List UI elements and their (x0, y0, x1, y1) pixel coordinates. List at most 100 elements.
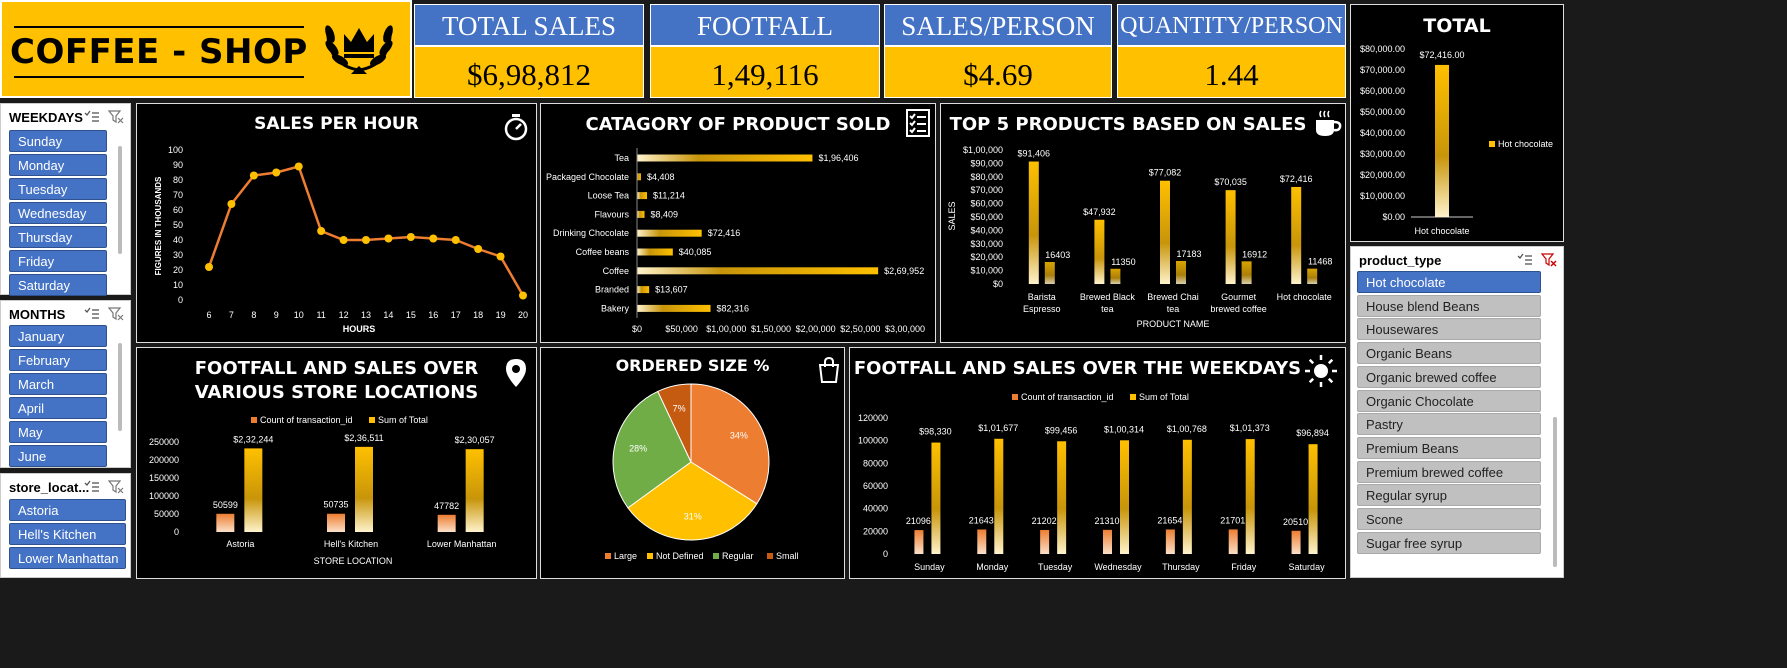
slice-label: 34% (730, 431, 748, 441)
category-label: Packaged Chocolate (546, 172, 629, 182)
clear-filter-icon[interactable] (108, 307, 124, 321)
product-type-option[interactable]: Organic brewed coffee (1357, 365, 1541, 388)
weekday-option[interactable]: Friday (9, 250, 107, 272)
product-type-scrollbar[interactable] (1553, 417, 1557, 567)
y-tick-label: $10,000.00 (1360, 191, 1405, 201)
weekdays-slicer: WEEKDAYS Sunday Monday Tuesday Wednesday… (0, 103, 131, 296)
count-bar (1040, 529, 1050, 554)
count-bar (914, 530, 924, 554)
count-bar (1307, 268, 1318, 284)
clear-filter-icon[interactable] (1541, 253, 1557, 267)
month-option[interactable]: February (9, 349, 107, 371)
multi-select-icon[interactable] (84, 110, 100, 124)
data-point (362, 236, 370, 244)
bar-data-label: $1,96,406 (818, 153, 858, 163)
x-tick-label: 13 (361, 310, 371, 320)
y-tick-label: 200000 (149, 455, 179, 465)
legend-label: Regular (722, 551, 754, 561)
product-type-option[interactable]: Scone (1357, 508, 1541, 530)
bar-data-label: $1,00,314 (1104, 424, 1144, 434)
bar-data-label: 47782 (434, 501, 459, 511)
multi-select-icon[interactable] (84, 307, 100, 321)
category-label: Bakery (601, 303, 630, 313)
y-tick-label: $30,000.00 (1360, 149, 1405, 159)
category-label: Brewed Black (1080, 292, 1136, 302)
sales-bar (1120, 440, 1129, 554)
month-option[interactable]: April (9, 397, 107, 419)
product-type-option[interactable]: Pastry (1357, 413, 1541, 436)
top5-title: TOP 5 PRODUCTS BASED ON SALES (949, 114, 1307, 135)
months-scrollbar[interactable] (118, 343, 122, 431)
y-tick-label: $0 (993, 279, 1003, 289)
sales-bar (1225, 190, 1236, 284)
bar-data-label: $2,69,952 (884, 266, 924, 276)
y-tick-label: $50,000 (970, 212, 1003, 222)
bar-data-label: $2,36,511 (344, 433, 383, 443)
product-type-option[interactable]: Hot chocolate (1357, 271, 1541, 293)
store-option[interactable]: Hell's Kitchen (9, 523, 126, 545)
store-option[interactable]: Astoria (9, 499, 126, 521)
product-type-option[interactable]: Sugar free syrup (1357, 531, 1541, 554)
month-option[interactable]: June (9, 445, 107, 467)
clear-filter-icon[interactable] (108, 480, 124, 494)
multi-select-icon[interactable] (1517, 253, 1533, 267)
data-point (519, 291, 527, 300)
y-tick-label: $1,00,000 (963, 145, 1003, 155)
bar-data-label: $96,894 (1296, 428, 1329, 438)
data-point (384, 234, 393, 243)
legend-swatch (1012, 394, 1018, 400)
ordered-size-panel: ORDERED SIZE % 34% 31% 28% 7% Large Not Defin… (540, 347, 845, 579)
sales-bar (244, 448, 263, 532)
weekday-option[interactable]: Monday (9, 154, 107, 176)
data-point (474, 245, 483, 253)
bar-data-label: $70,035 (1214, 177, 1247, 187)
count-bar (1044, 262, 1055, 284)
bar-data-label: 50735 (323, 500, 348, 510)
sales-line (207, 164, 525, 297)
y-tick-label: $40,000.00 (1360, 128, 1405, 138)
product-type-option[interactable]: Premium brewed coffee (1357, 460, 1541, 483)
weekday-option[interactable]: Thursday (9, 226, 107, 248)
y-tick-label: 50000 (154, 509, 179, 519)
count-bar (977, 529, 987, 554)
category-label: brewed coffee (1210, 304, 1266, 314)
ordered-size-title: ORDERED SIZE % (615, 356, 770, 375)
product-type-option[interactable]: Regular syrup (1357, 484, 1541, 507)
y-tick-label: 20 (173, 265, 183, 275)
multi-select-icon[interactable] (84, 480, 100, 494)
x-tick-label: $50,000 (665, 324, 698, 334)
product-type-option[interactable]: House blend Beans (1357, 294, 1541, 317)
x-tick-label: 9 (274, 310, 279, 320)
product-type-option[interactable]: Housewares (1357, 318, 1541, 341)
product-type-option[interactable]: Organic Beans (1357, 342, 1541, 365)
weekday-option[interactable]: Sunday (9, 130, 107, 152)
month-option[interactable]: March (9, 373, 107, 395)
legend-label: Sum of Total (1139, 392, 1189, 402)
month-option[interactable]: January (9, 325, 107, 347)
x-tick-label: 20 (518, 310, 528, 320)
y-tick-label: 40 (173, 235, 183, 245)
sales-bar (1291, 186, 1302, 284)
product-type-option[interactable]: Premium Beans (1357, 436, 1541, 459)
x-tick-label: $1,00,000 (706, 324, 746, 334)
category-bar (637, 286, 650, 294)
store-option[interactable]: Lower Manhattan (9, 547, 126, 569)
category-label: Lower Manhattan (427, 539, 497, 549)
category-label: Espresso (1023, 304, 1061, 314)
location-pin-icon (506, 359, 526, 387)
product-type-option[interactable]: Organic Chocolate (1357, 389, 1541, 412)
y-tick-label: 100000 (149, 491, 179, 501)
x-tick-label: $1,50,000 (751, 324, 791, 334)
y-tick-label: 60000 (863, 481, 888, 491)
y-tick-label: $20,000.00 (1360, 170, 1405, 180)
weekday-option[interactable]: Tuesday (9, 178, 107, 200)
bar-data-label: $8,409 (651, 209, 679, 219)
clear-filter-icon[interactable] (108, 110, 124, 124)
x-tick-label: $2,50,000 (840, 324, 880, 334)
y-tick-label: 150000 (149, 473, 179, 483)
month-option[interactable]: May (9, 421, 107, 443)
weekday-option[interactable]: Saturday (9, 274, 107, 296)
weekday-option[interactable]: Wednesday (9, 202, 107, 224)
bar-data-label: $91,406 (1018, 149, 1051, 159)
weekdays-scrollbar[interactable] (118, 146, 122, 254)
